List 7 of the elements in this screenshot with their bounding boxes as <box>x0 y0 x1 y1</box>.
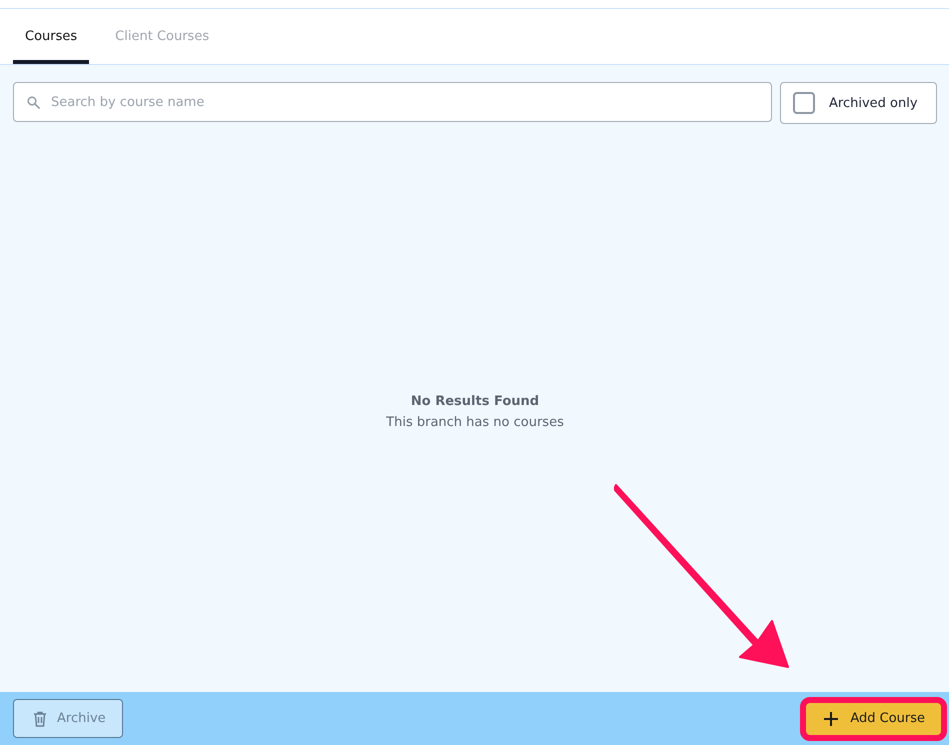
trash-icon <box>33 710 47 726</box>
add-course-button[interactable]: Add Course <box>806 702 941 734</box>
search-field[interactable]: Search by course name <box>13 82 772 122</box>
archived-only-checkbox[interactable]: Archived only <box>780 82 937 124</box>
empty-title: No Results Found <box>410 394 540 409</box>
empty-message: This branch has no courses <box>386 415 564 430</box>
plus-icon <box>824 712 838 726</box>
